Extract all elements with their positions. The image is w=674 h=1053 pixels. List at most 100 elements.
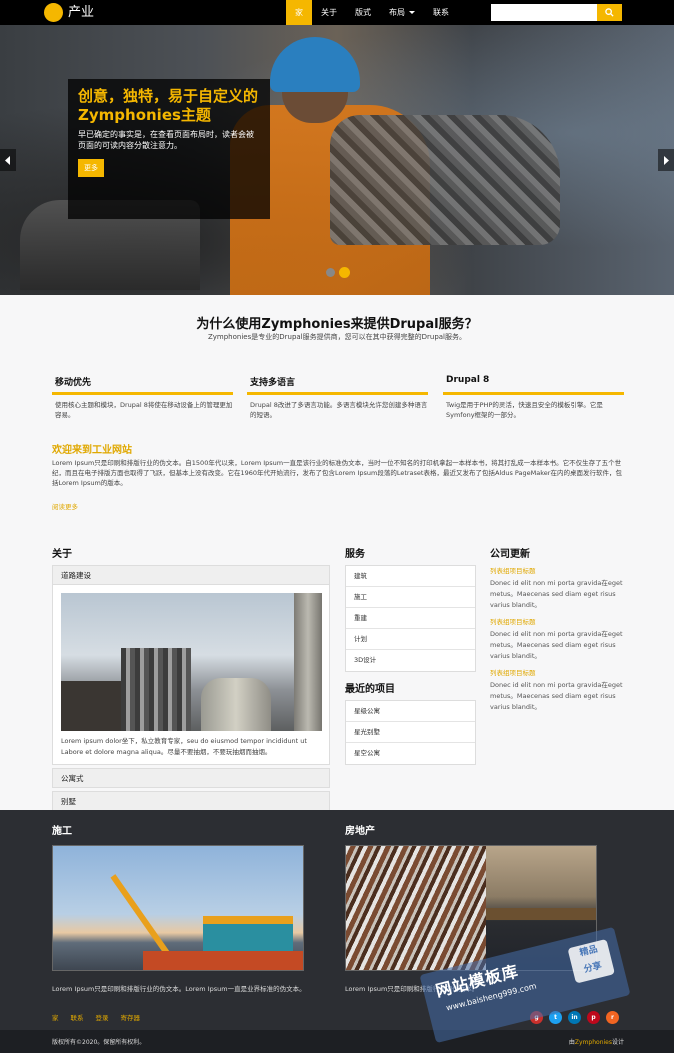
feature-title: 支持多语言 [250, 378, 296, 388]
accordion-text: Lorem ipsum dolor坐下，私立教育专家，seu do eiusmo… [61, 737, 307, 756]
crane-image [52, 845, 304, 971]
nav-contact[interactable]: 联系 [424, 0, 458, 25]
news-item-text: Donec id elit non mi porta gravida在eget … [490, 630, 623, 660]
designed-by: 由Zymphonies设计 [569, 1037, 624, 1046]
accordion-apartment[interactable]: 公寓式 [52, 768, 330, 788]
slide-dot-2[interactable] [339, 267, 350, 278]
feature-text: Drupal 8改进了多语言功能。多语言模块允许您创建多种语言的短语。 [250, 401, 428, 419]
page: 产业 家 关于 版式 布局 联系 创意，独特，易于自定义的Zymphonies主… [0, 0, 674, 1053]
search-button[interactable] [597, 4, 622, 21]
nav-layout-label: 布局 [389, 8, 405, 17]
feature-text: Twig是用于PHP的灵活，快速且安全的模板引擎。它是Symfony框架的一部分… [446, 401, 603, 419]
realestate-title: 房地产 [345, 826, 375, 837]
rss-icon[interactable]: r [606, 1011, 619, 1024]
news-item: 列表组项目标题 Donec id elit non mi porta gravi… [490, 616, 624, 662]
chevron-left-icon [5, 155, 10, 165]
hero-text: 早已确定的事实是，在查看页面布局时，读者会被页面的可读内容分散注意力。 [78, 130, 254, 150]
read-more-link[interactable]: 阅读更多 [52, 501, 78, 511]
construction-text: Lorem Ipsum只是印刷和排版行业的伪文本。Lorem Ipsum一直是业… [52, 985, 306, 993]
news-column: 公司更新 列表组项目标题 Donec id elit non mi porta … [490, 545, 624, 713]
welcome-text: Lorem Ipsum只是印刷和排版行业的伪文本。自1500年代以来，Lorem… [52, 459, 622, 487]
tool-belt [486, 908, 596, 920]
service-item[interactable]: 3D设计 [346, 650, 475, 671]
service-item[interactable]: 建筑 [346, 566, 475, 587]
accordion-body: Lorem ipsum dolor坐下，私立教育专家，seu do eiusmo… [52, 585, 330, 765]
footer-link-contact[interactable]: 联系 [71, 1012, 84, 1022]
about-column: 关于 道路建设 Lorem ipsum dolor坐下，私立教育专家，seu d… [52, 545, 330, 811]
copyright-text: 版权所有©2020。保留所有权利。 [52, 1039, 146, 1046]
services-title: 服务 [345, 549, 365, 560]
nav-layout[interactable]: 布局 [380, 0, 424, 25]
service-item[interactable]: 施工 [346, 587, 475, 608]
feature-drupal8: Drupal 8 Twig是用于PHP的灵活，快速且安全的模板引擎。它是Symf… [443, 375, 624, 420]
plant-silo [294, 593, 322, 731]
bottom-bar: 版权所有©2020。保留所有权利。 由Zymphonies设计 [0, 1030, 674, 1053]
next-slide-button[interactable] [658, 149, 674, 171]
footer-link-login[interactable]: 登录 [96, 1012, 109, 1022]
why-subtitle: Zymphonies是专业的Drupal服务提供商，您可以在其中获得完整的Dru… [207, 333, 467, 341]
news-title: 公司更新 [490, 549, 530, 560]
footer-link-register[interactable]: 寄存器 [121, 1012, 141, 1022]
logo-icon[interactable] [44, 3, 63, 22]
services-column: 服务 建筑 施工 重建 计划 3D设计 最近的项目 星级公寓 星光别墅 星空公寓 [345, 545, 476, 765]
feature-bar [247, 392, 428, 395]
why-title: 为什么使用Zymphonies来提供Drupal服务？ [196, 317, 478, 332]
top-header: 产业 家 关于 版式 布局 联系 [0, 0, 674, 25]
project-item[interactable]: 星空公寓 [346, 743, 475, 764]
search-input[interactable] [491, 4, 597, 21]
footer-links: 家 联系 登录 寄存器 [52, 1012, 140, 1022]
slide-dot-1[interactable] [326, 268, 335, 277]
search-icon [605, 8, 614, 17]
hero-worker-shirt [330, 115, 560, 245]
nav-about[interactable]: 关于 [312, 0, 346, 25]
main-nav: 家 关于 版式 布局 联系 [286, 0, 458, 25]
feature-bar [443, 392, 624, 395]
plant-tank [201, 678, 271, 731]
news-item-title[interactable]: 列表组项目标题 [490, 565, 624, 575]
nav-typography[interactable]: 版式 [346, 0, 380, 25]
feature-mobile: 移动优先 使用核心主题和模块，Drupal 8将使在移动设备上的管理更加容易。 [52, 375, 233, 420]
feature-bar [52, 392, 233, 395]
designed-brand-link[interactable]: Zymphonies [575, 1039, 612, 1046]
project-item[interactable]: 星级公寓 [346, 701, 475, 722]
nav-home[interactable]: 家 [286, 0, 312, 25]
more-button[interactable]: 更多 [78, 159, 104, 177]
welcome-title: 欢迎来到工业网站 [52, 445, 132, 456]
industrial-plant-image [61, 593, 322, 731]
linkedin-icon[interactable]: in [568, 1011, 581, 1024]
accordion-road-construction[interactable]: 道路建设 [52, 565, 330, 585]
construction-column: 施工 Lorem Ipsum只是印刷和排版行业的伪文本。Lorem Ipsum一… [52, 822, 306, 993]
prev-slide-button[interactable] [0, 149, 16, 171]
project-item[interactable]: 星光别墅 [346, 722, 475, 743]
news-item-text: Donec id elit non mi porta gravida在eget … [490, 681, 623, 711]
news-item-title[interactable]: 列表组项目标题 [490, 667, 624, 677]
hero-caption: 创意，独特，易于自定义的Zymphonies主题 早已确定的事实是，在查看页面布… [68, 79, 270, 219]
feature-title: Drupal 8 [446, 375, 490, 385]
news-item-title[interactable]: 列表组项目标题 [490, 616, 624, 626]
services-list: 建筑 施工 重建 计划 3D设计 [345, 565, 476, 672]
plant-building [61, 681, 121, 731]
news-item: 列表组项目标题 Donec id elit non mi porta gravi… [490, 565, 624, 611]
why-section: 为什么使用Zymphonies来提供Drupal服务？ Zymphonies是专… [0, 295, 674, 811]
hero-title: 创意，独特，易于自定义的Zymphonies主题 [78, 87, 259, 124]
slider-dots [326, 267, 350, 278]
projects-list: 星级公寓 星光别墅 星空公寓 [345, 700, 476, 765]
footer-link-home[interactable]: 家 [52, 1012, 59, 1022]
news-item-text: Donec id elit non mi porta gravida在eget … [490, 579, 623, 609]
about-title: 关于 [52, 549, 72, 560]
feature-text: 使用核心主题和模块，Drupal 8将使在移动设备上的管理更加容易。 [55, 401, 233, 419]
crane-deck [143, 951, 303, 970]
chevron-down-icon [409, 11, 415, 14]
pinterest-icon[interactable]: p [587, 1011, 600, 1024]
plant-pipes [121, 648, 191, 731]
site-name[interactable]: 产业 [68, 3, 94, 22]
recent-projects-title: 最近的项目 [345, 684, 395, 695]
feature-multilingual: 支持多语言 Drupal 8改进了多语言功能。多语言模块允许您创建多种语言的短语… [247, 375, 428, 420]
chevron-right-icon [664, 155, 669, 165]
news-item: 列表组项目标题 Donec id elit non mi porta gravi… [490, 667, 624, 713]
construction-title: 施工 [52, 826, 72, 837]
feature-title: 移动优先 [55, 378, 92, 388]
accordion-villa[interactable]: 别墅 [52, 791, 330, 811]
service-item[interactable]: 计划 [346, 629, 475, 650]
service-item[interactable]: 重建 [346, 608, 475, 629]
